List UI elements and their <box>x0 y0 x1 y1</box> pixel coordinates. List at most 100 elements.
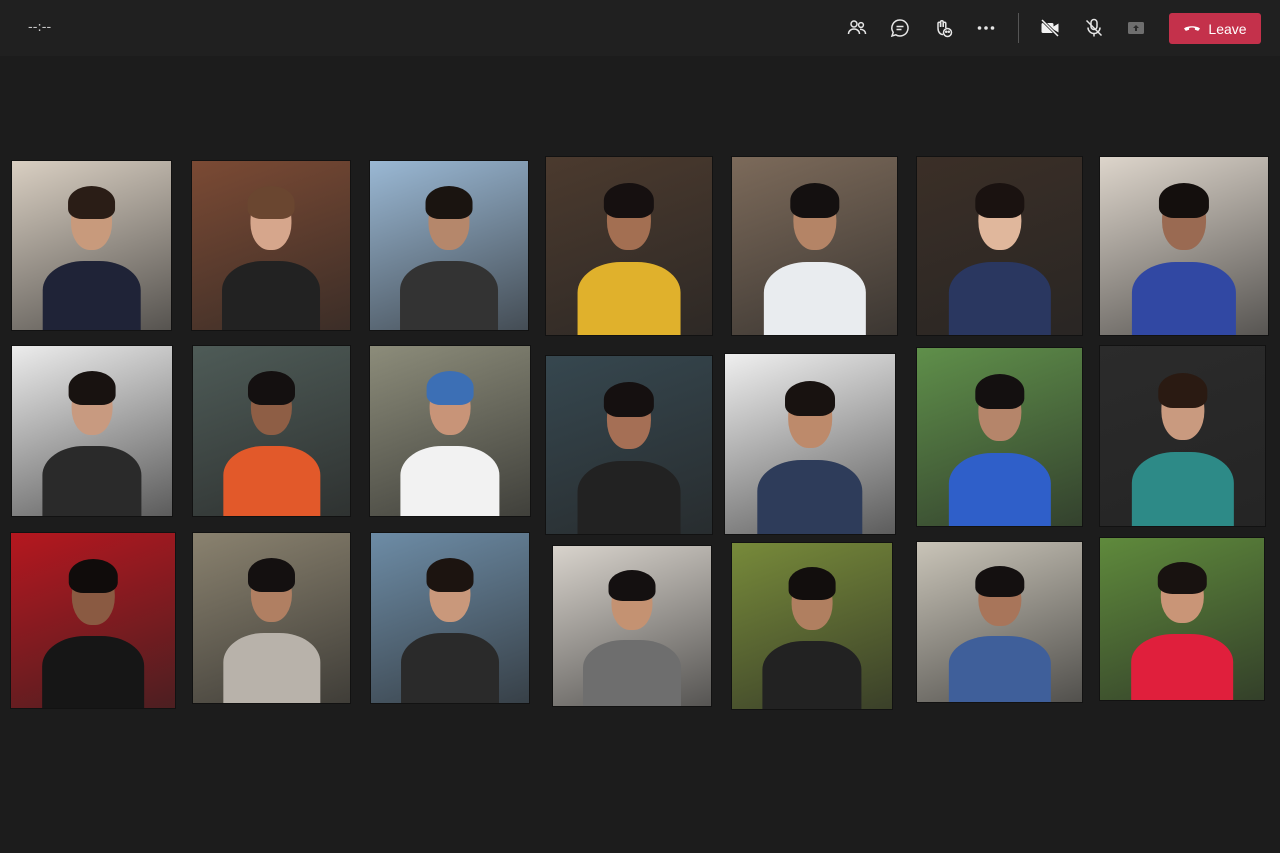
participant-video-tile[interactable] <box>1100 346 1265 526</box>
participant-body <box>42 260 141 330</box>
participant-video-tile[interactable] <box>1100 157 1268 335</box>
participant-video-tile[interactable] <box>193 533 350 703</box>
participant-figure <box>948 183 1051 335</box>
participant-hair <box>1157 561 1207 594</box>
participant-hair <box>604 183 654 219</box>
participant-figure <box>577 183 681 335</box>
participant-video-tile[interactable] <box>917 348 1082 526</box>
phone-hangup-icon <box>1183 21 1201 37</box>
participant-body <box>763 262 866 335</box>
participant-video-tile[interactable] <box>192 161 350 330</box>
participant-body <box>577 262 681 335</box>
participant-hair <box>789 183 840 219</box>
participant-body <box>222 446 321 516</box>
camera-toggle-button[interactable] <box>1036 14 1064 42</box>
participant-hair <box>1159 183 1209 219</box>
chat-button[interactable] <box>886 14 914 42</box>
mic-off-icon <box>1083 17 1105 39</box>
participant-body <box>222 633 321 703</box>
camera-off-icon <box>1039 17 1061 39</box>
meeting-toolbar: --:-- Leave <box>0 0 1280 56</box>
participant-video-tile[interactable] <box>546 356 712 534</box>
reactions-button[interactable] <box>929 14 957 42</box>
participant-body <box>1131 452 1234 526</box>
participant-body <box>401 633 499 703</box>
participant-hair <box>68 371 116 405</box>
participant-body <box>1131 262 1237 335</box>
participant-figure <box>762 567 862 709</box>
participant-hair <box>788 567 836 601</box>
participant-body <box>577 461 681 534</box>
participant-video-tile[interactable] <box>193 346 350 516</box>
reactions-icon <box>932 17 954 39</box>
participant-video-tile[interactable] <box>917 157 1082 335</box>
participant-hair <box>974 183 1025 219</box>
participant-figure <box>222 371 321 516</box>
participant-video-tile[interactable] <box>732 543 892 709</box>
participant-hair <box>974 374 1025 410</box>
participant-figure <box>948 565 1051 702</box>
participant-video-tile[interactable] <box>370 161 528 330</box>
participant-video-tile[interactable] <box>12 346 172 516</box>
participant-figure <box>222 558 321 703</box>
participant-body <box>400 260 498 330</box>
participant-hair <box>426 558 474 592</box>
meeting-timer: --:-- <box>28 20 52 35</box>
participant-figure <box>42 371 142 516</box>
participant-hair <box>784 380 836 416</box>
participant-figure <box>401 558 499 703</box>
participant-body <box>948 453 1051 526</box>
participant-video-tile[interactable] <box>1100 538 1264 700</box>
participant-video-tile[interactable] <box>917 542 1082 702</box>
participant-video-tile[interactable] <box>553 546 711 706</box>
participant-video-tile[interactable] <box>371 533 529 703</box>
participant-hair <box>68 558 118 594</box>
participant-body <box>948 636 1051 702</box>
participant-hair <box>425 185 473 220</box>
participant-body <box>400 446 500 516</box>
participant-figure <box>1131 372 1234 526</box>
participant-figure <box>757 380 863 534</box>
participant-body <box>948 262 1051 335</box>
toolbar-divider <box>1018 13 1019 43</box>
participant-video-tile[interactable] <box>11 533 175 708</box>
participant-hair <box>248 558 295 592</box>
participant-hair <box>608 569 656 602</box>
share-icon <box>1125 17 1147 39</box>
participant-figure <box>400 371 500 516</box>
participant-figure <box>1131 561 1233 700</box>
participant-body <box>762 640 862 709</box>
more-options-button[interactable] <box>972 14 1000 42</box>
participant-hair <box>1157 372 1208 408</box>
participant-hair <box>247 185 295 220</box>
participant-body <box>757 460 863 534</box>
participant-figure <box>42 185 141 330</box>
participant-body <box>42 446 142 516</box>
participant-figure <box>577 382 681 534</box>
participant-figure <box>42 558 144 708</box>
participant-hair <box>248 371 295 405</box>
participant-video-tile[interactable] <box>725 354 895 534</box>
participant-body <box>42 636 144 708</box>
participant-figure <box>763 183 866 335</box>
participant-hair <box>974 565 1025 598</box>
participant-figure <box>948 374 1051 526</box>
leave-button[interactable]: Leave <box>1169 13 1261 44</box>
participants-button[interactable] <box>843 14 871 42</box>
participant-body <box>222 260 320 330</box>
participants-icon <box>846 17 868 39</box>
participant-video-tile[interactable] <box>370 346 530 516</box>
mic-toggle-button[interactable] <box>1080 14 1108 42</box>
participant-video-tile[interactable] <box>732 157 897 335</box>
participant-figure <box>222 185 320 330</box>
share-screen-button[interactable] <box>1122 14 1150 42</box>
participant-video-tile[interactable] <box>12 161 171 330</box>
participant-body <box>583 640 681 706</box>
more-icon <box>975 17 997 39</box>
participant-hair <box>604 382 654 418</box>
participant-figure <box>1131 183 1237 335</box>
participant-figure <box>400 185 498 330</box>
participant-video-tile[interactable] <box>546 157 712 335</box>
participant-hair <box>426 371 474 405</box>
participant-hair <box>67 185 116 220</box>
